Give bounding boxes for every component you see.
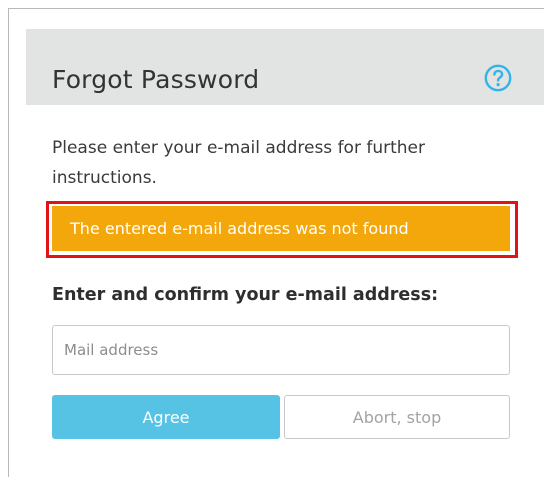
instructions-text: Please enter your e-mail address for fur… [52, 138, 425, 188]
forgot-password-screen: Forgot Password Please enter your e-mail… [0, 0, 544, 477]
dialog-header: Forgot Password [26, 29, 544, 105]
email-input[interactable] [52, 325, 510, 375]
email-confirm-label: Enter and confirm your e-mail address: [52, 285, 439, 305]
question-circle-icon[interactable] [484, 64, 512, 92]
dialog-title: Forgot Password [52, 65, 260, 94]
left-border-line [8, 8, 9, 477]
abort-button[interactable]: Abort, stop [284, 395, 510, 439]
error-message: The entered e-mail address was not found [70, 219, 409, 238]
error-banner: The entered e-mail address was not found [52, 206, 510, 251]
top-border-line [8, 8, 544, 9]
agree-button[interactable]: Agree [52, 395, 280, 439]
